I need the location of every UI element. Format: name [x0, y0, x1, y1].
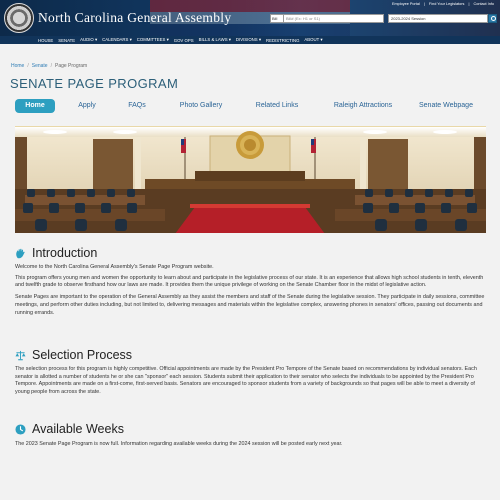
section-title-available-weeks: Available Weeks [32, 422, 124, 436]
intro-paragraph: Welcome to the North Carolina General As… [15, 264, 214, 270]
nav-calendars[interactable]: CALENDARS ▾ [102, 37, 132, 43]
site-title[interactable]: North Carolina General Assembly [38, 10, 231, 26]
available-weeks-section: Available Weeks The 2023 Senate Page Pro… [15, 421, 487, 449]
breadcrumb-home[interactable]: Home [11, 63, 24, 69]
program-tabs: Home Apply FAQs Photo Gallery Related Li… [15, 99, 485, 113]
find-legislators-link[interactable]: Find Your Legislators [429, 2, 464, 6]
tab-raleigh-attractions[interactable]: Raleigh Attractions [323, 99, 403, 113]
selection-paragraph: The selection process for this program i… [15, 366, 477, 396]
bill-search-input[interactable]: Bill# (Ex: H1 or S1) [284, 14, 384, 23]
clock-icon [15, 423, 26, 435]
breadcrumb-senate[interactable]: Senate [32, 63, 48, 69]
contact-info-link[interactable]: Contact Info [474, 2, 494, 6]
search-icon[interactable] [488, 14, 497, 23]
tab-faqs[interactable]: FAQs [121, 99, 153, 113]
main-nav: HOUSE SENATE AUDIO ▾ CALENDARS ▾ COMMITT… [0, 36, 500, 44]
nav-bills-laws[interactable]: BILLS & LAWS ▾ [199, 37, 231, 43]
intro-paragraph: Senate Pages are important to the operat… [15, 294, 485, 316]
introduction-section: Introduction Welcome to the North Caroli… [15, 245, 487, 317]
nav-house[interactable]: HOUSE [38, 38, 53, 43]
utility-links: Employee Portal | Find Your Legislators … [391, 2, 494, 6]
search-type-select[interactable]: Bill [270, 14, 284, 23]
nav-audio[interactable]: AUDIO ▾ [80, 37, 97, 43]
waving-hand-icon [16, 248, 25, 258]
senate-chamber-photo [15, 126, 486, 233]
tab-related-links[interactable]: Related Links [247, 99, 307, 113]
weeks-paragraph: The 2023 Senate Page Program is now full… [15, 441, 343, 447]
breadcrumb-current: Page Program [54, 63, 88, 69]
selection-section: Selection Process The selection process … [15, 347, 487, 397]
site-header: North Carolina General Assembly Employee… [0, 0, 500, 36]
nav-committees[interactable]: COMMITTEES ▾ [137, 37, 169, 43]
breadcrumb: Home / Senate / Page Program [11, 63, 88, 69]
tab-photo-gallery[interactable]: Photo Gallery [171, 99, 231, 113]
tab-home[interactable]: Home [15, 99, 55, 113]
employee-portal-link[interactable]: Employee Portal [392, 2, 420, 6]
nav-about[interactable]: ABOUT ▾ [304, 37, 322, 43]
tab-senate-webpage[interactable]: Senate Webpage [411, 99, 481, 113]
section-title-selection: Selection Process [32, 348, 133, 362]
nav-senate[interactable]: SENATE [58, 38, 75, 43]
tab-apply[interactable]: Apply [71, 99, 103, 113]
section-title-introduction: Introduction [32, 246, 98, 260]
state-seal-logo[interactable] [4, 3, 34, 33]
session-select[interactable]: 2023-2024 Session [388, 14, 488, 23]
intro-paragraph: This program offers young men and women … [15, 274, 484, 289]
nav-gov-ops[interactable]: GOV OPS [174, 38, 194, 43]
nav-divisions[interactable]: DIVISIONS ▾ [236, 37, 261, 43]
scales-icon [15, 350, 26, 360]
nav-redistricting[interactable]: REDISTRICTING [266, 38, 299, 43]
page-title: SENATE PAGE PROGRAM [10, 76, 179, 91]
search-bar: Bill Bill# (Ex: H1 or S1) 2023-2024 Sess… [270, 14, 497, 23]
